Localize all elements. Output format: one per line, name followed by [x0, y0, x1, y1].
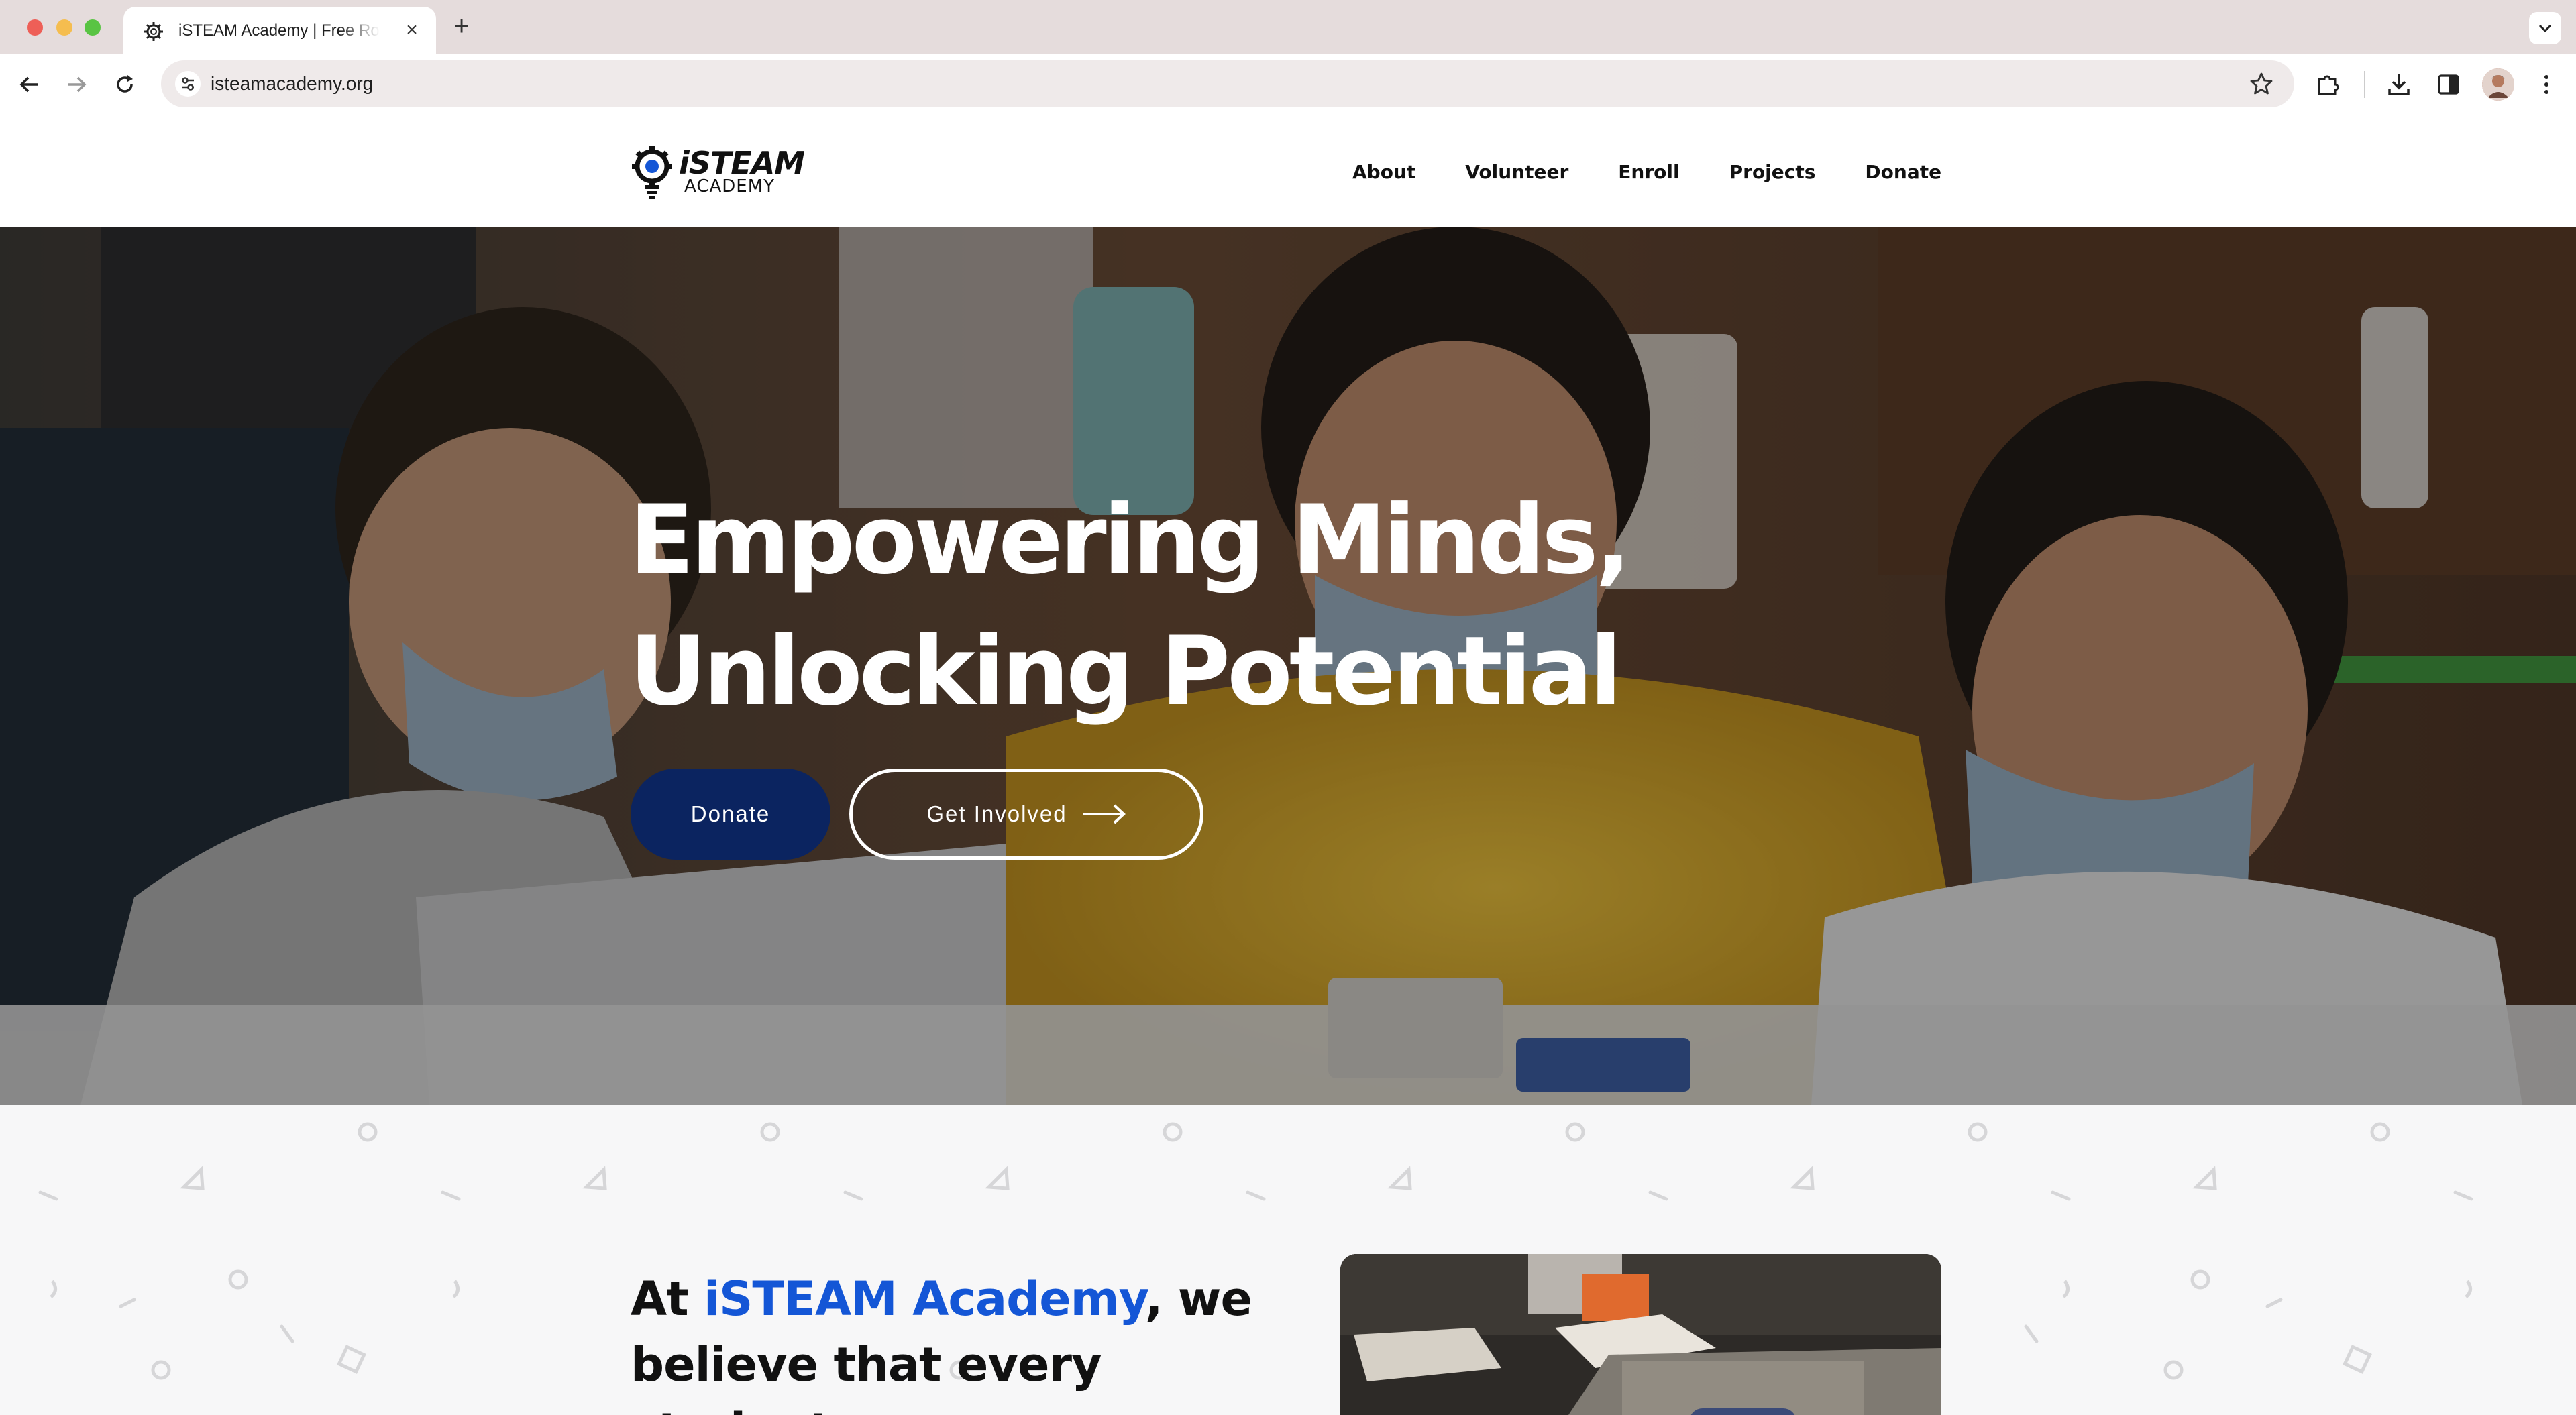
new-tab-button[interactable]: +	[448, 13, 475, 40]
classroom-photo-art	[1340, 1254, 1941, 1415]
hero-heading-line-1: Empowering Minds,	[629, 485, 1631, 596]
nav-link-donate[interactable]: Donate	[1865, 156, 1941, 189]
logo-subtitle: ACADEMY	[684, 176, 775, 196]
hero-heading-line-2: Unlocking Potential	[629, 616, 1622, 727]
toolbar-divider	[2364, 71, 2365, 98]
main-navigation: About Volunteer Enroll Projects Donate	[1352, 156, 1941, 189]
back-arrow-icon[interactable]	[15, 70, 44, 99]
close-window-button[interactable]	[27, 19, 43, 36]
side-panel-icon[interactable]	[2434, 70, 2463, 99]
hero-section: Empowering Minds, Unlocking Potential Do…	[0, 227, 2576, 1105]
intro-brand-name[interactable]: iSTEAM Academy	[704, 1271, 1146, 1326]
donate-button-label: Donate	[690, 801, 771, 826]
site-settings-icon[interactable]	[174, 70, 201, 97]
avatar-icon	[2482, 68, 2514, 101]
intro-prefix: At	[631, 1271, 704, 1326]
nav-link-projects[interactable]: Projects	[1729, 156, 1816, 189]
hero-heading: Empowering Minds, Unlocking Potential	[629, 475, 1837, 738]
nav-link-about[interactable]: About	[1352, 156, 1415, 189]
more-menu-icon[interactable]	[2532, 70, 2561, 99]
site-logo[interactable]: iSTEAM ACADEMY	[629, 142, 805, 203]
gear-icon	[144, 22, 163, 41]
url-text: isteamacademy.org	[211, 73, 374, 94]
close-tab-icon[interactable]: ×	[402, 20, 421, 40]
tab-search-button[interactable]	[2529, 12, 2561, 44]
forward-arrow-icon[interactable]	[62, 70, 91, 99]
browser-toolbar: isteamacademy.org	[0, 54, 2576, 115]
nav-link-enroll[interactable]: Enroll	[1618, 156, 1679, 189]
extensions-puzzle-icon[interactable]	[2313, 70, 2343, 99]
reload-icon[interactable]	[110, 70, 140, 99]
tab-title: iSTEAM Academy | Free Robotics	[178, 21, 380, 40]
get-involved-button[interactable]: Get Involved	[849, 769, 1203, 860]
download-icon[interactable]	[2384, 70, 2414, 99]
intro-statement: At iSTEAM Academy, we believe that every …	[631, 1266, 1275, 1415]
intro-section: At iSTEAM Academy, we believe that every …	[0, 1105, 2576, 1415]
intro-line1-rest: , we	[1144, 1271, 1252, 1326]
minimize-window-button[interactable]	[56, 19, 72, 36]
arrow-right-icon	[1083, 804, 1126, 824]
lightbulb-gear-icon	[632, 146, 672, 199]
site-header: iSTEAM ACADEMY About Volunteer Enroll Pr…	[0, 115, 2576, 227]
logo-wordmark: iSTEAM	[679, 145, 805, 181]
tab-strip: iSTEAM Academy | Free Robotics × +	[0, 0, 2576, 54]
browser-chrome: iSTEAM Academy | Free Robotics × +	[0, 0, 2576, 115]
decorative-shape-pattern	[38, 1122, 2473, 1380]
get-involved-label: Get Involved	[926, 801, 1067, 826]
intro-line2: believe that every student	[631, 1337, 1102, 1415]
nav-link-volunteer[interactable]: Volunteer	[1465, 156, 1568, 189]
donate-button[interactable]: Donate	[631, 769, 830, 860]
maximize-window-button[interactable]	[85, 19, 101, 36]
profile-avatar[interactable]	[2482, 68, 2514, 101]
address-bar[interactable]: isteamacademy.org	[161, 60, 2294, 107]
browser-tab-active[interactable]: iSTEAM Academy | Free Robotics ×	[123, 7, 436, 54]
bookmark-star-icon[interactable]	[2249, 71, 2274, 97]
classroom-photo	[1340, 1254, 1941, 1415]
chevron-down-icon	[2538, 24, 2552, 33]
